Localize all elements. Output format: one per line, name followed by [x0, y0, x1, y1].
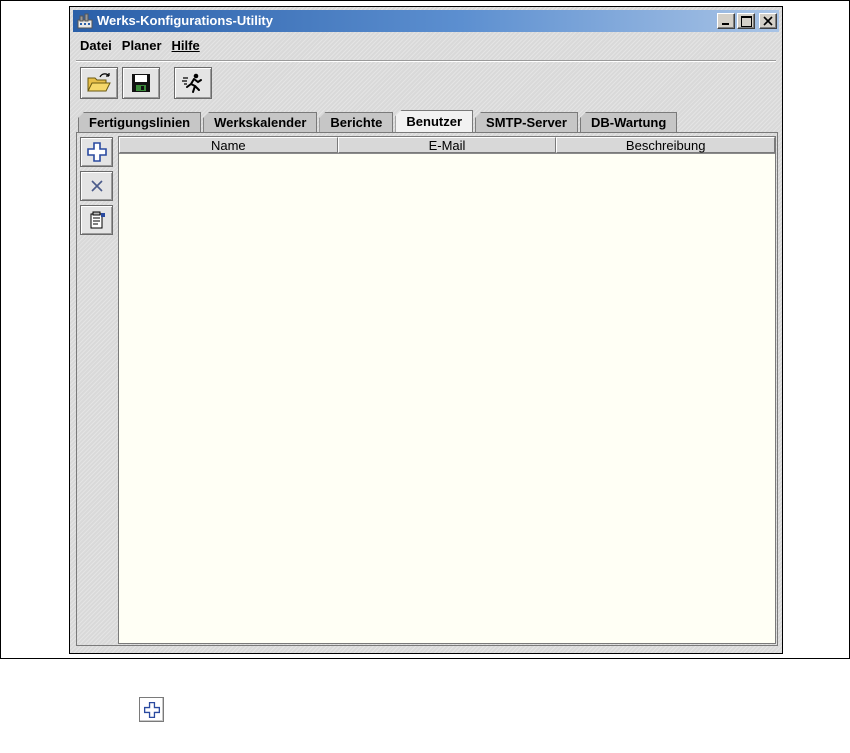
- properties-button[interactable]: [80, 205, 113, 235]
- tab-smtp-server[interactable]: SMTP-Server: [475, 112, 578, 132]
- add-icon-reference: [139, 697, 164, 722]
- minimize-button[interactable]: [717, 13, 735, 29]
- title-bar[interactable]: Werks-Konfigurations-Utility: [73, 10, 779, 32]
- window-title: Werks-Konfigurations-Utility: [97, 13, 273, 28]
- app-icon: [77, 13, 93, 29]
- open-folder-icon: [87, 73, 111, 92]
- tab-benutzer[interactable]: Benutzer: [395, 110, 474, 132]
- users-table[interactable]: Name E-Mail Beschreibung: [118, 136, 776, 644]
- toolbar: [80, 67, 212, 99]
- menu-planer[interactable]: Planer: [122, 38, 162, 53]
- column-header-email[interactable]: E-Mail: [337, 137, 557, 153]
- save-button[interactable]: [122, 67, 160, 99]
- tab-berichte[interactable]: Berichte: [319, 112, 394, 132]
- properties-icon: [90, 211, 105, 229]
- table-header: Name E-Mail Beschreibung: [119, 137, 776, 154]
- menu-separator: [76, 60, 776, 62]
- open-button[interactable]: [80, 67, 118, 99]
- column-header-name[interactable]: Name: [119, 137, 338, 153]
- tab-bar: Fertigungslinien Werkskalender Berichte …: [78, 110, 679, 132]
- add-user-button[interactable]: [80, 137, 113, 167]
- save-icon: [132, 74, 150, 92]
- tab-db-wartung[interactable]: DB-Wartung: [579, 112, 678, 132]
- window-controls: [717, 13, 777, 29]
- menu-datei[interactable]: Datei: [80, 38, 112, 53]
- add-icon: [143, 701, 160, 718]
- column-header-beschreibung[interactable]: Beschreibung: [556, 137, 776, 153]
- close-icon: [763, 16, 773, 26]
- tab-werkskalender[interactable]: Werkskalender: [203, 112, 318, 132]
- run-icon: [182, 73, 202, 93]
- users-panel: Name E-Mail Beschreibung: [76, 132, 778, 646]
- close-button[interactable]: [759, 13, 777, 29]
- tab-fertigungslinien[interactable]: Fertigungslinien: [78, 112, 202, 132]
- delete-icon: [90, 180, 103, 192]
- menu-bar: Datei Planer Hilfe: [80, 38, 200, 53]
- maximize-button[interactable]: [737, 13, 755, 29]
- app-window: Werks-Konfigurations-Utility Datei Plane…: [69, 6, 783, 654]
- side-toolbar: [80, 137, 113, 235]
- delete-user-button[interactable]: [80, 171, 113, 201]
- menu-hilfe[interactable]: Hilfe: [172, 38, 200, 53]
- add-icon: [86, 142, 107, 162]
- run-button[interactable]: [174, 67, 212, 99]
